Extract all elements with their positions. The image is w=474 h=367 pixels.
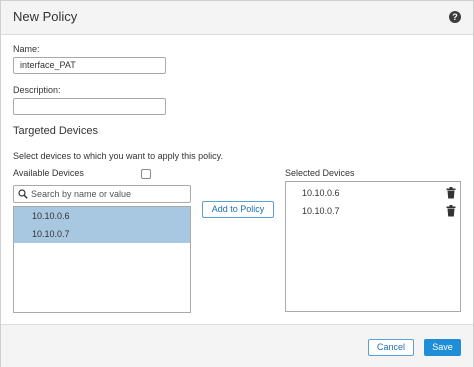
help-icon[interactable]: ? — [449, 11, 461, 23]
new-policy-dialog: New Policy ? Name: interface_PAT Descrip… — [0, 0, 474, 367]
available-device-label: 10.10.0.6 — [32, 211, 70, 221]
selected-devices-label: Selected Devices — [285, 168, 355, 178]
select-all-checkbox[interactable] — [141, 169, 151, 179]
selected-device-item: 10.10.0.7 — [286, 203, 460, 221]
available-devices-label: Available Devices — [13, 168, 84, 178]
cancel-button[interactable]: Cancel — [368, 339, 414, 356]
selected-device-label: 10.10.0.6 — [302, 188, 340, 198]
available-device-label: 10.10.0.7 — [32, 229, 70, 239]
search-placeholder: Search by name or value — [31, 189, 132, 199]
trash-icon[interactable] — [446, 187, 456, 199]
name-label: Name: — [13, 44, 40, 54]
available-device-item[interactable]: 10.10.0.7 — [14, 225, 190, 243]
description-input[interactable] — [13, 98, 166, 115]
selected-device-label: 10.10.0.7 — [302, 206, 340, 216]
search-icon — [18, 189, 28, 199]
targeted-devices-heading: Targeted Devices — [13, 125, 98, 137]
device-search-box[interactable]: Search by name or value — [13, 185, 191, 203]
description-label: Description: — [13, 85, 61, 95]
add-to-policy-button[interactable]: Add to Policy — [202, 201, 274, 218]
available-devices-list: 10.10.0.6 10.10.0.7 — [13, 206, 191, 313]
available-device-item[interactable]: 10.10.0.6 — [14, 207, 190, 225]
targeted-devices-instruction: Select devices to which you want to appl… — [13, 151, 223, 161]
selected-device-item: 10.10.0.6 — [286, 185, 460, 203]
selected-devices-list: 10.10.0.6 10.10.0.7 — [285, 181, 461, 312]
dialog-footer: Cancel Save — [1, 324, 473, 367]
dialog-title: New Policy — [13, 9, 78, 24]
trash-icon[interactable] — [446, 205, 456, 217]
save-button[interactable]: Save — [424, 339, 461, 356]
dialog-header: New Policy ? — [1, 1, 473, 35]
name-input[interactable]: interface_PAT — [13, 57, 166, 74]
